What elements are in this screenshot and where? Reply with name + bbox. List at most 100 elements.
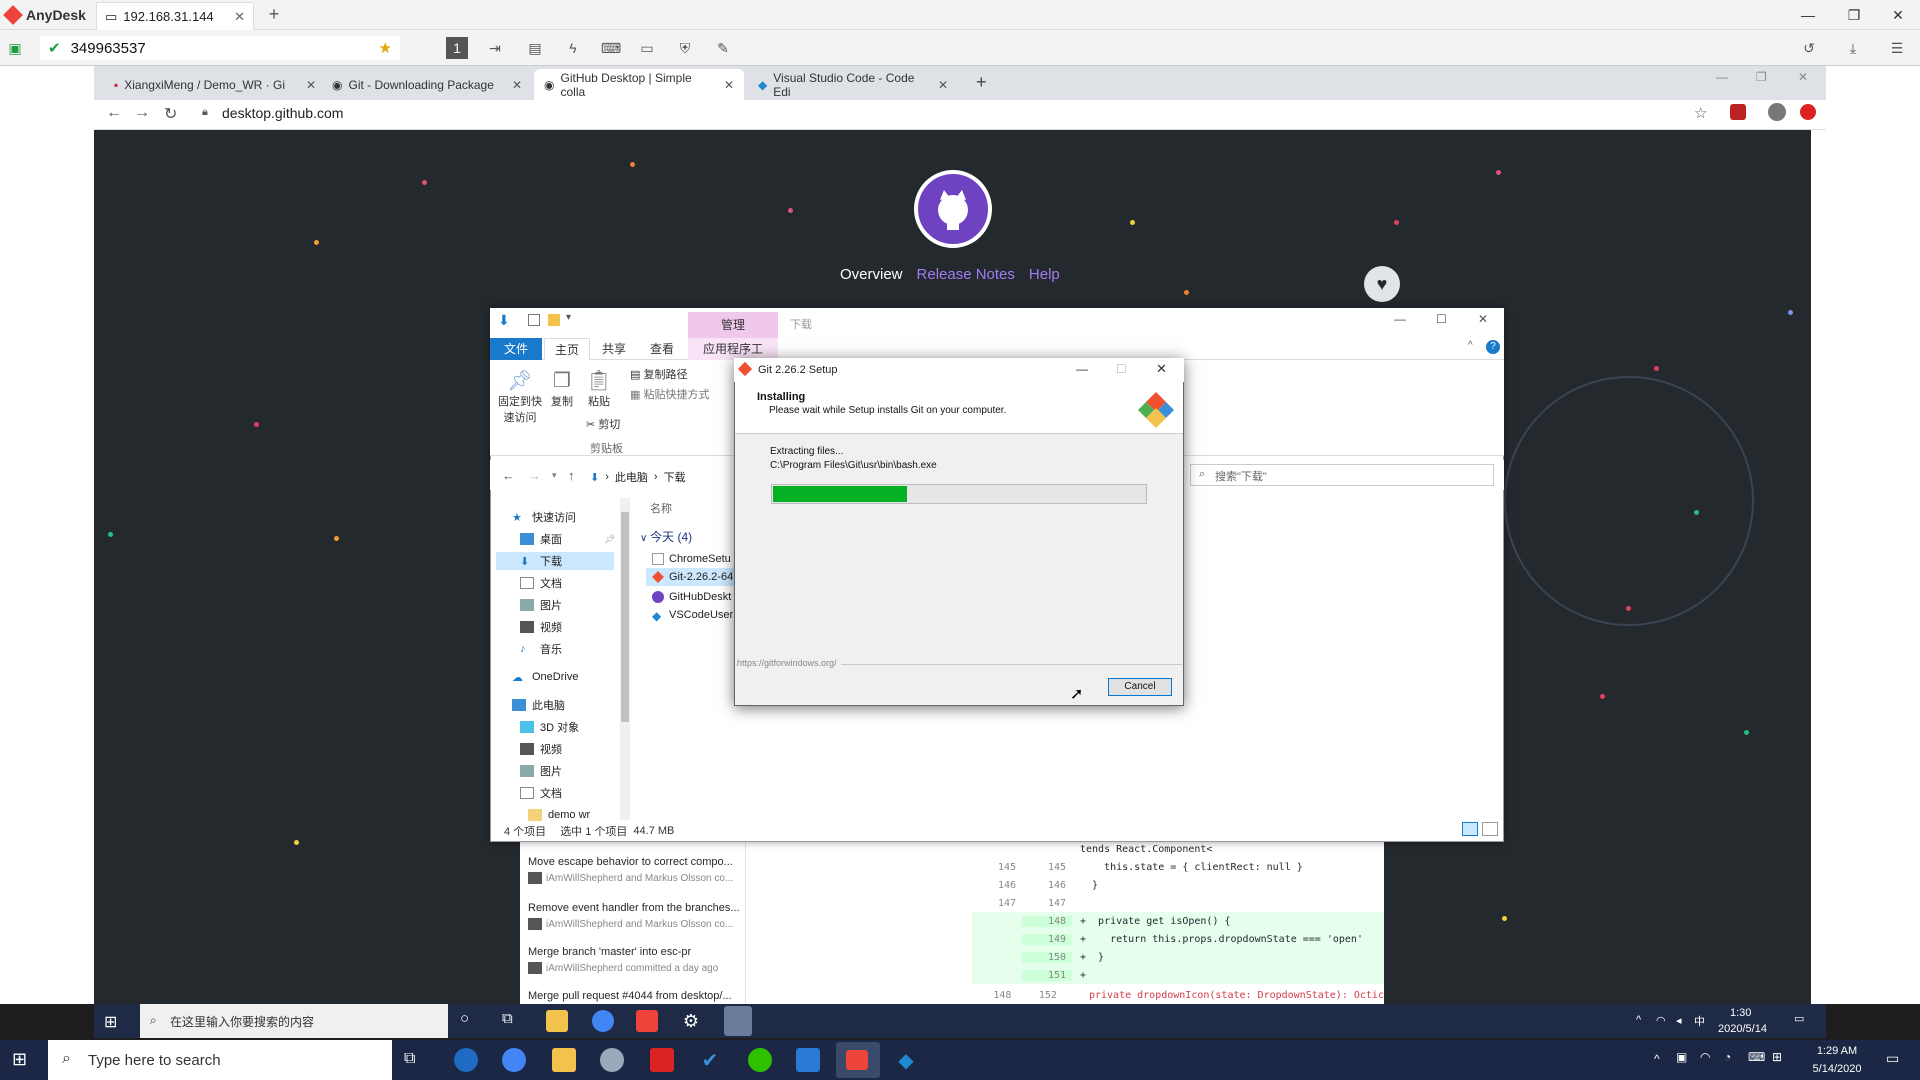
- ribbon-tab-share[interactable]: 共享: [592, 338, 636, 360]
- anydesk-session-tab[interactable]: ▭ 192.168.31.144 ✕: [96, 2, 254, 30]
- copy-button[interactable]: ❐ 复制: [548, 368, 576, 409]
- ribbon-tab-home[interactable]: 主页: [544, 338, 591, 360]
- browser-tab-vscode[interactable]: ◆ Visual Studio Code - Code Edi ✕: [748, 69, 958, 100]
- recent-locations-icon[interactable]: ▾: [552, 470, 557, 481]
- chrome-taskbar-icon[interactable]: [592, 1010, 614, 1032]
- back-icon[interactable]: ←: [502, 468, 515, 483]
- sidebar-item-downloads[interactable]: ⬇ 下载: [496, 552, 614, 570]
- git-setup-taskbar-icon[interactable]: [724, 1006, 752, 1036]
- cancel-button[interactable]: Cancel: [1108, 678, 1172, 696]
- app-icon[interactable]: [600, 1048, 624, 1072]
- details-view-icon[interactable]: [1462, 822, 1478, 836]
- git-minimize-button[interactable]: —: [1076, 362, 1088, 376]
- new-folder-icon[interactable]: [548, 314, 560, 326]
- actions-icon[interactable]: ϟ: [562, 37, 584, 59]
- tray-expand-icon[interactable]: ^: [1636, 1014, 1641, 1026]
- notifications-icon[interactable]: ▭: [1794, 1012, 1804, 1025]
- quick-access-dropdown-icon[interactable]: ▾: [566, 312, 571, 323]
- bookmark-star-icon[interactable]: ☆: [1694, 104, 1707, 122]
- navigation-scrollbar[interactable]: [620, 498, 630, 820]
- ribbon-tab-file[interactable]: 文件: [490, 338, 542, 360]
- windows-start-icon[interactable]: ⊞: [12, 1049, 27, 1070]
- close-button[interactable]: ✕: [1876, 0, 1920, 30]
- wechat-icon[interactable]: [748, 1048, 772, 1072]
- tray-expand-icon[interactable]: ^: [1654, 1052, 1660, 1066]
- download-icon[interactable]: ⤓: [1842, 37, 1864, 59]
- history-icon[interactable]: ↺: [1798, 37, 1820, 59]
- switch-sides-icon[interactable]: ⇥: [484, 37, 506, 59]
- todo-check-icon[interactable]: ✔: [698, 1048, 722, 1072]
- keyboard-icon[interactable]: ⌨: [1748, 1050, 1765, 1064]
- local-search-box[interactable]: ⌕ Type here to search: [48, 1040, 392, 1080]
- file-item[interactable]: ChromeSetu: [652, 550, 731, 568]
- sidebar-item-pictures-pc[interactable]: 图片: [520, 762, 562, 780]
- explorer-search-input[interactable]: ⌕ 搜索"下载": [1190, 464, 1494, 486]
- local-clock[interactable]: 1:29 AM 5/14/2020: [1792, 1042, 1882, 1078]
- ribbon-collapse-icon[interactable]: ^: [1468, 340, 1473, 351]
- anydesk-address-field[interactable]: ✔ 349963537 ★: [40, 36, 400, 60]
- thunderbird-icon[interactable]: [454, 1048, 478, 1072]
- up-icon[interactable]: ↑: [568, 468, 575, 483]
- settings-gear-icon[interactable]: ⚙: [680, 1010, 702, 1032]
- sidebar-item-videos-pc[interactable]: 视频: [520, 740, 562, 758]
- input-method-icon[interactable]: ⊞: [1772, 1050, 1782, 1064]
- connection-icon[interactable]: ▣: [4, 37, 26, 59]
- remote-search-box[interactable]: ⌕ 在这里输入你要搜索的内容: [140, 1004, 448, 1038]
- pdf-reader-icon[interactable]: [650, 1048, 674, 1072]
- breadcrumb-downloads[interactable]: 下载: [664, 469, 686, 485]
- copy-path-button[interactable]: ▤ 复制路径: [630, 366, 687, 382]
- file-item-selected[interactable]: Git-2.26.2-64: [646, 568, 740, 586]
- wifi-icon[interactable]: ◔: [1724, 1050, 1731, 1064]
- browser-close-button[interactable]: ✕: [1798, 70, 1808, 84]
- browser-tab-git-download[interactable]: ◉ Git - Downloading Package ✕: [322, 69, 532, 100]
- back-icon[interactable]: ←: [106, 104, 122, 122]
- large-icons-view-icon[interactable]: [1482, 822, 1498, 836]
- breadcrumb[interactable]: ⬇ › 此电脑 › 下载: [590, 466, 730, 488]
- sidebar-item-desktop[interactable]: 桌面 📌︎: [520, 530, 615, 548]
- sidebar-item-quick-access[interactable]: ★ 快速访问: [512, 508, 576, 526]
- network-icon[interactable]: ◠: [1700, 1050, 1710, 1064]
- properties-icon[interactable]: [528, 314, 540, 326]
- file-item[interactable]: GitHubDeskt: [652, 588, 731, 606]
- whiteboard-icon[interactable]: ✎: [712, 37, 734, 59]
- explorer-close-button[interactable]: ✕: [1478, 312, 1488, 326]
- keyboard-icon[interactable]: ⌨: [600, 37, 622, 59]
- sidebar-item-3d-objects[interactable]: 3D 对象: [520, 718, 579, 736]
- paste-button[interactable]: 📋︎ 粘贴: [584, 368, 614, 409]
- close-icon[interactable]: ✕: [234, 9, 245, 25]
- browser-tab-github-desktop[interactable]: ◉ GitHub Desktop | Simple colla ✕: [534, 69, 744, 100]
- explorer-maximize-button[interactable]: ☐: [1436, 312, 1447, 326]
- cut-button[interactable]: ✂ 剪切: [586, 416, 620, 432]
- menu-icon[interactable]: ☰: [1886, 37, 1908, 59]
- sidebar-item-videos[interactable]: 视频: [520, 618, 562, 636]
- ribbon-tab-app-tools[interactable]: 应用程序工具: [688, 338, 778, 378]
- ribbon-manage-tab[interactable]: 管理: [688, 312, 778, 338]
- anydesk-taskbar-icon[interactable]: [636, 1010, 658, 1032]
- task-view-icon[interactable]: ⧉: [404, 1050, 415, 1068]
- volume-icon[interactable]: ◂: [1676, 1014, 1682, 1027]
- permissions-icon[interactable]: ⛨: [674, 37, 696, 59]
- tab-close-icon[interactable]: ✕: [512, 78, 522, 92]
- scrollbar-thumb[interactable]: [621, 512, 629, 722]
- chrome-icon[interactable]: [502, 1048, 526, 1072]
- profile-avatar[interactable]: [1768, 103, 1786, 121]
- restore-button[interactable]: ❐: [1832, 0, 1876, 30]
- sidebar-item-onedrive[interactable]: ☁ OneDrive: [512, 668, 578, 686]
- vscode-icon[interactable]: ◆: [894, 1048, 918, 1072]
- display-icon[interactable]: ▭: [636, 37, 658, 59]
- action-center-icon[interactable]: ▭: [1886, 1050, 1899, 1067]
- browser-restore-button[interactable]: ❐: [1756, 70, 1767, 84]
- git-close-button[interactable]: ✕: [1156, 361, 1167, 377]
- file-explorer-icon[interactable]: [552, 1048, 576, 1072]
- new-tab-button[interactable]: +: [264, 4, 284, 26]
- tab-close-icon[interactable]: ✕: [306, 78, 316, 92]
- ime-indicator[interactable]: 中: [1694, 1013, 1705, 1029]
- sidebar-item-music[interactable]: ♪ 音乐: [520, 640, 562, 658]
- forward-icon[interactable]: →: [528, 468, 541, 483]
- display-1-icon[interactable]: 1: [446, 37, 468, 59]
- extension-icon[interactable]: [1730, 104, 1746, 120]
- nav-release-notes[interactable]: Release Notes: [917, 266, 1015, 283]
- sidebar-item-documents-pc[interactable]: 文档: [520, 784, 562, 802]
- browser-new-tab-button[interactable]: +: [976, 72, 987, 93]
- cortana-icon[interactable]: ○: [460, 1010, 469, 1027]
